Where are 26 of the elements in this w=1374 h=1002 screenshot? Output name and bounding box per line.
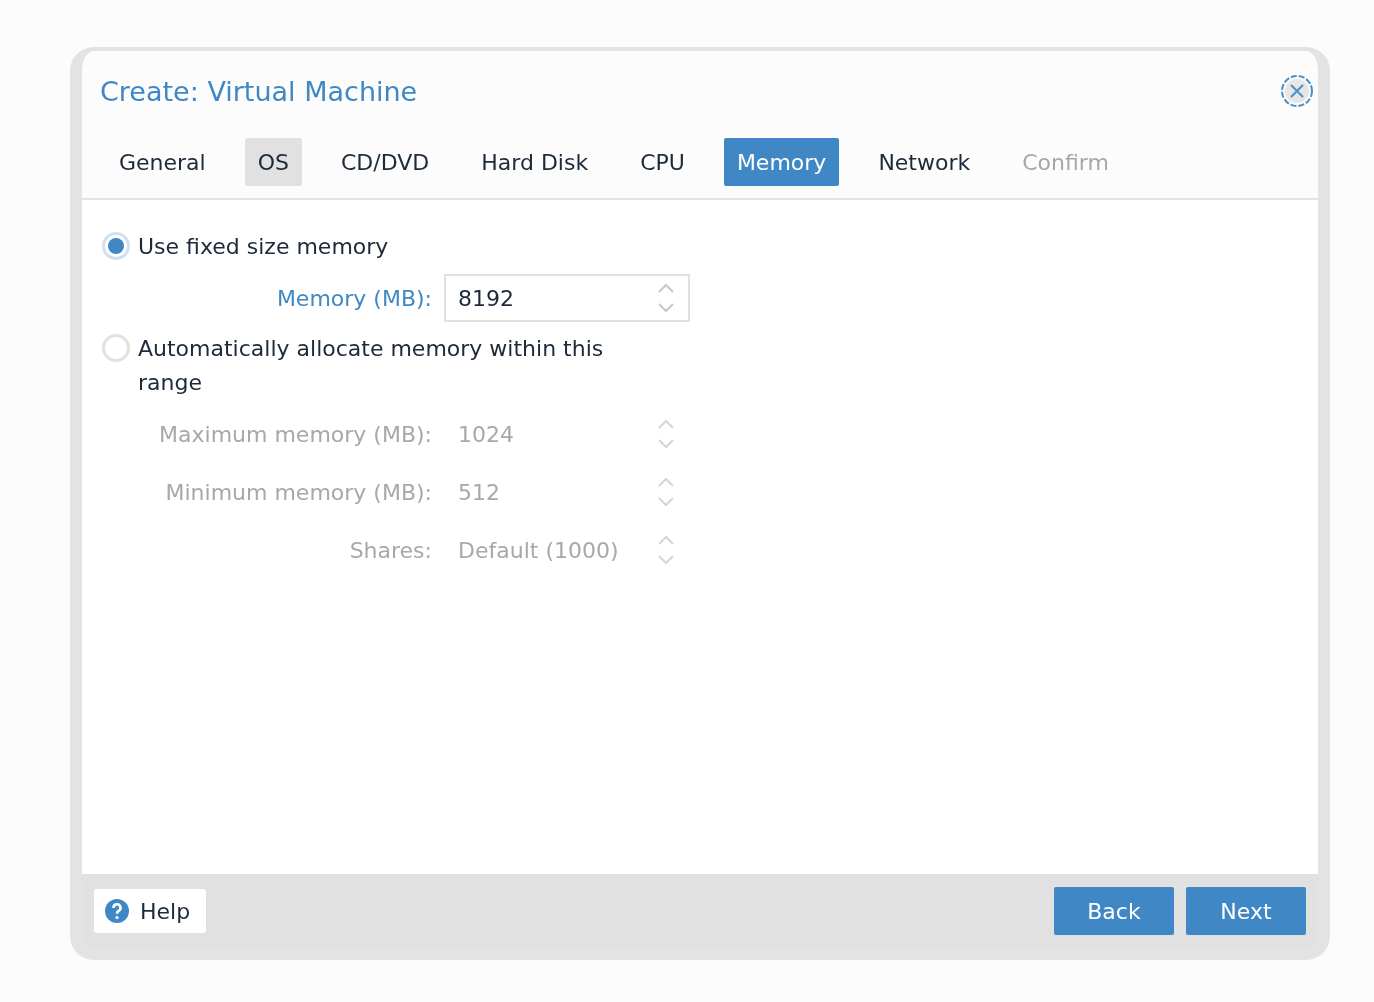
radio-button[interactable]	[102, 334, 130, 362]
spinner-arrows-icon[interactable]	[656, 533, 676, 567]
tab[interactable]: Memory	[723, 138, 840, 186]
tab[interactable]: OS	[244, 138, 302, 186]
nav-button[interactable]: Next	[1186, 887, 1306, 935]
help-button[interactable]: Help	[94, 889, 207, 933]
close-icon[interactable]	[1280, 74, 1314, 108]
radio-label: Automatically allocate memory within this range	[138, 335, 605, 397]
spinner-arrows-icon[interactable]	[656, 281, 676, 315]
field-label: Memory (MB):	[275, 285, 433, 311]
field-label: Minimum memory (MB):	[164, 479, 433, 505]
tab[interactable]: General	[106, 138, 219, 186]
tab[interactable]: CD/DVD	[328, 138, 443, 186]
field-label: Maximum memory (MB):	[158, 421, 433, 447]
tab[interactable]: Network	[865, 138, 984, 186]
nav-button[interactable]: Back	[1054, 887, 1174, 935]
spinner-arrows-icon[interactable]	[656, 475, 676, 509]
radio-button[interactable]	[102, 232, 130, 260]
radio-label: Use fixed size memory	[138, 233, 389, 261]
tab[interactable]: Hard Disk	[468, 138, 602, 186]
help-icon	[104, 898, 130, 924]
spinner-arrows-icon[interactable]	[656, 417, 676, 451]
tab[interactable]: CPU	[627, 138, 698, 186]
window-title: Create: Virtual Machine	[100, 75, 419, 107]
field-label: Shares:	[348, 537, 433, 563]
number-field[interactable]: 8192	[444, 274, 690, 322]
